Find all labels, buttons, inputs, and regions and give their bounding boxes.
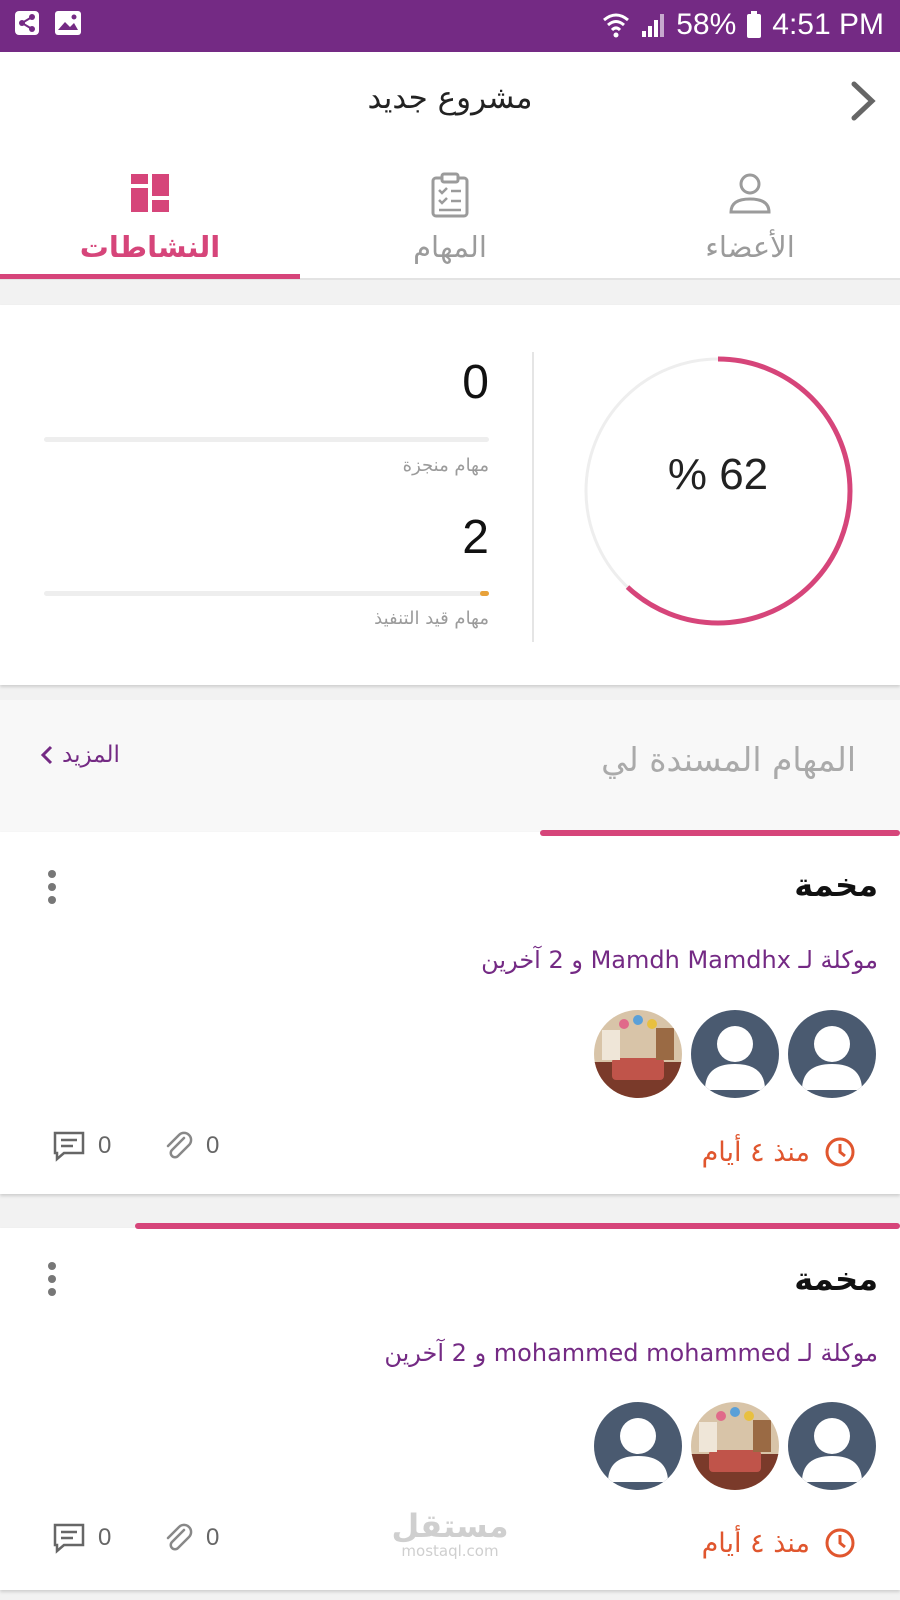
comment-icon	[53, 1131, 85, 1162]
avatar	[788, 1010, 876, 1098]
wifi-icon	[603, 13, 630, 38]
done-bar	[44, 437, 489, 442]
clock-icon	[825, 1528, 855, 1558]
clipboard-icon	[431, 172, 469, 218]
attachments-value: 0	[206, 1524, 220, 1551]
attachments-value: 0	[206, 1132, 220, 1159]
inprogress-count: 2	[462, 511, 489, 564]
watermark: مستقل mostaql.com	[390, 1510, 510, 1560]
tab-members[interactable]: الأعضاء	[600, 152, 900, 278]
status-left	[14, 10, 82, 36]
task-time: منذ ٤ أيام	[702, 1527, 856, 1559]
task-assignees: موكلة لـ mohammed mohammed و 2 آخرين	[384, 1339, 878, 1367]
inprogress-label: مهام قيد التنفيذ	[374, 608, 489, 629]
share-icon	[15, 11, 39, 35]
progress-percent: % 62	[667, 450, 769, 499]
back-chevron-icon[interactable]	[838, 76, 888, 126]
paperclip-icon	[166, 1523, 193, 1551]
clock: 4:51 PM	[772, 8, 884, 41]
task-progress-bar	[540, 830, 900, 836]
comments-value: 0	[98, 1132, 112, 1159]
status-right: 58% 4:51 PM	[602, 8, 884, 42]
comments-count[interactable]: 0	[52, 1130, 111, 1162]
task-assignees: موكلة لـ Mamdh Mamdhx و 2 آخرين	[481, 946, 878, 974]
photo-avatar	[594, 1010, 682, 1098]
task-title: مخمة	[794, 1260, 878, 1298]
more-link[interactable]: المزيد	[40, 742, 120, 768]
inprogress-bar	[44, 591, 489, 596]
done-count: 0	[462, 356, 489, 409]
tab-members-label: الأعضاء	[705, 230, 795, 264]
inprogress-bar-fill	[480, 591, 489, 596]
attachments-count[interactable]: 0	[162, 1130, 219, 1162]
signal-icon	[642, 14, 665, 37]
comment-icon	[53, 1523, 85, 1554]
tab-bar: النشاطات المهام الأعضاء	[0, 152, 900, 280]
tab-activities[interactable]: النشاطات	[0, 152, 300, 278]
chevron-left-icon	[40, 745, 53, 765]
battery-icon	[747, 11, 762, 38]
task-time-label: منذ ٤ أيام	[701, 1136, 810, 1168]
task-time-label: منذ ٤ أيام	[701, 1527, 810, 1559]
comments-count[interactable]: 0	[52, 1522, 111, 1554]
task-progress-bar	[135, 1223, 900, 1229]
summary-divider	[532, 352, 534, 642]
task-time: منذ ٤ أيام	[702, 1136, 856, 1168]
task-title: مخمة	[794, 866, 878, 904]
paperclip-icon	[166, 1131, 193, 1159]
battery-percent: 58%	[676, 8, 737, 41]
avatar	[594, 1402, 682, 1490]
avatar	[691, 1010, 779, 1098]
person-icon	[729, 173, 771, 214]
avatar	[788, 1402, 876, 1490]
gallery-icon	[55, 11, 81, 35]
done-label: مهام منجزة	[402, 455, 489, 476]
attachments-count[interactable]: 0	[162, 1522, 219, 1554]
tab-activities-label: النشاطات	[79, 230, 221, 264]
comments-value: 0	[98, 1524, 112, 1551]
more-label: المزيد	[62, 742, 120, 768]
clock-icon	[825, 1137, 855, 1167]
photo-avatar	[691, 1402, 779, 1490]
tab-indicator	[0, 274, 300, 279]
more-vert-icon[interactable]	[48, 870, 58, 909]
dashboard-icon	[131, 174, 169, 212]
page-title: مشروع جديد	[367, 80, 533, 116]
section-title: المهام المسندة لي	[601, 740, 856, 779]
more-vert-icon[interactable]	[48, 1262, 58, 1301]
status-bar: 58% 4:51 PM	[0, 0, 900, 52]
tab-tasks-label: المهام	[413, 230, 487, 264]
watermark-brand: مستقل	[391, 1507, 509, 1545]
tab-tasks[interactable]: المهام	[300, 152, 600, 278]
watermark-domain: mostaql.com	[401, 1542, 499, 1560]
